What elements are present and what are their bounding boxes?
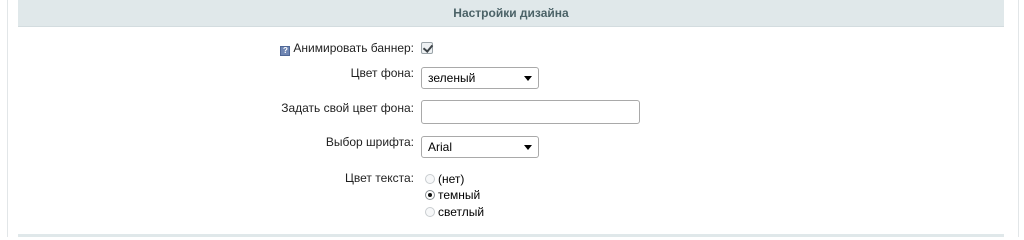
bg-color-selected-value: зеленый (428, 71, 476, 85)
section-title: Настройки дизайна (453, 6, 569, 20)
radio-button[interactable] (425, 207, 435, 217)
radio-button[interactable] (425, 190, 435, 200)
checkmark-icon (422, 42, 434, 53)
help-icon[interactable]: ? (280, 46, 291, 56)
font-label: Выбор шрифта: (325, 135, 414, 149)
text-color-label: Цвет текста: (344, 171, 414, 185)
radio-button[interactable] (425, 174, 435, 184)
animate-banner-label: Анимировать баннер: (293, 41, 414, 55)
bg-color-select[interactable]: зеленый (421, 67, 539, 89)
animate-banner-label-row: ? Анимировать баннер: (280, 41, 414, 56)
chevron-down-icon (524, 76, 532, 81)
radio-label: светлый (438, 205, 485, 219)
bg-color-label: Цвет фона: (350, 66, 414, 80)
section-header: Настройки дизайна (18, 0, 1004, 27)
section-divider (18, 234, 1004, 237)
chevron-down-icon (524, 145, 532, 150)
animate-banner-checkbox[interactable] (421, 42, 434, 54)
custom-bg-color-input[interactable] (421, 100, 640, 124)
radio-label: (нет) (438, 172, 465, 186)
font-select[interactable]: Arial (421, 136, 539, 158)
radio-label: темный (438, 188, 481, 202)
text-color-option-dark[interactable]: темный (425, 188, 480, 203)
text-color-option-none[interactable]: (нет) (425, 172, 464, 187)
text-color-option-light[interactable]: светлый (425, 205, 484, 220)
custom-bg-color-label: Задать свой цвет фона: (281, 101, 414, 115)
font-selected-value: Arial (428, 140, 453, 154)
